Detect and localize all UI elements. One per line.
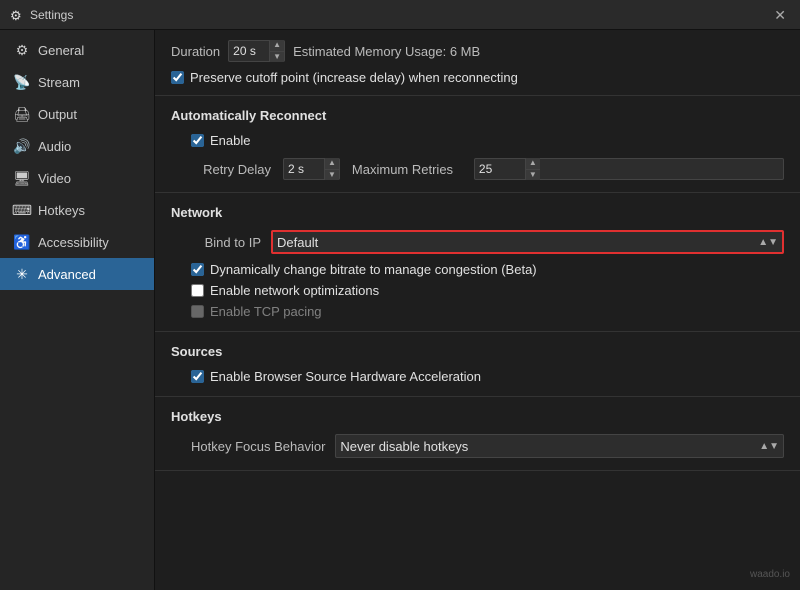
retry-delay-down[interactable]: ▼ <box>325 169 339 181</box>
preserve-label: Preserve cutoff point (increase delay) w… <box>190 70 518 85</box>
general-icon: ⚙ <box>14 42 30 58</box>
sources-inner: Enable Browser Source Hardware Accelerat… <box>171 369 784 384</box>
sidebar-label-audio: Audio <box>38 139 71 154</box>
retry-delay-up[interactable]: ▲ <box>325 158 339 169</box>
sources-section: Sources Enable Browser Source Hardware A… <box>155 332 800 397</box>
sidebar-item-advanced[interactable]: ✳ Advanced <box>0 258 154 290</box>
max-retries-arrows: ▲ ▼ <box>525 158 540 180</box>
duration-down-arrow[interactable]: ▼ <box>270 51 284 63</box>
window-title: Settings <box>30 8 73 22</box>
duration-row: Duration 20 s ▲ ▼ Estimated Memory Usage… <box>171 40 784 62</box>
network-opt-label: Enable network optimizations <box>210 283 379 298</box>
hotkeys-section: Hotkeys Hotkey Focus Behavior Never disa… <box>155 397 800 471</box>
sidebar-label-hotkeys: Hotkeys <box>38 203 85 218</box>
enable-checkbox[interactable] <box>191 134 204 147</box>
tcp-pacing-checkbox[interactable] <box>191 305 204 318</box>
bind-to-ip-arrow: ▲▼ <box>758 237 778 248</box>
sidebar-label-general: General <box>38 43 84 58</box>
max-retries-up[interactable]: ▲ <box>526 158 540 169</box>
tcp-pacing-row: Enable TCP pacing <box>191 304 784 319</box>
auto-reconnect-section: Automatically Reconnect Enable Retry Del… <box>155 96 800 193</box>
hotkey-focus-arrow: ▲▼ <box>759 441 779 452</box>
hotkey-focus-row: Hotkey Focus Behavior Never disable hotk… <box>191 434 784 458</box>
video-icon: 🖥 <box>14 170 30 186</box>
advanced-icon: ✳ <box>14 266 30 282</box>
sidebar-label-accessibility: Accessibility <box>38 235 109 250</box>
network-title: Network <box>171 205 784 220</box>
sidebar-label-output: Output <box>38 107 77 122</box>
hotkey-focus-select-container[interactable]: Never disable hotkeys Disable when not i… <box>335 434 784 458</box>
network-inner: Bind to IP Default ▲▼ Dynamically change… <box>171 230 784 319</box>
sidebar-label-video: Video <box>38 171 71 186</box>
preserve-checkbox[interactable] <box>171 71 184 84</box>
max-retries-label: Maximum Retries <box>352 162 462 177</box>
audio-icon: 🔊 <box>14 138 30 154</box>
title-bar: ⚙ Settings ✕ <box>0 0 800 30</box>
retry-delay-spinbox[interactable]: ▲ ▼ <box>283 158 340 180</box>
close-button[interactable]: ✕ <box>770 8 790 22</box>
retry-delay-input[interactable] <box>284 162 324 176</box>
duration-label: Duration <box>171 44 220 59</box>
sidebar-label-stream: Stream <box>38 75 80 90</box>
max-retries-spinbox[interactable]: ▲ ▼ <box>474 158 784 180</box>
sidebar-item-output[interactable]: 🖨 Output <box>0 98 154 130</box>
sidebar-item-general[interactable]: ⚙ General <box>0 34 154 66</box>
duration-up-arrow[interactable]: ▲ <box>270 40 284 51</box>
duration-input[interactable]: 20 s <box>229 44 269 58</box>
retry-delay-arrows: ▲ ▼ <box>324 158 339 180</box>
bind-to-ip-select[interactable]: Default <box>277 235 758 250</box>
sidebar-label-advanced: Advanced <box>38 267 96 282</box>
sidebar-item-video[interactable]: 🖥 Video <box>0 162 154 194</box>
max-retries-down[interactable]: ▼ <box>526 169 540 181</box>
title-bar-left: ⚙ Settings <box>10 8 73 22</box>
duration-arrows: ▲ ▼ <box>269 40 284 62</box>
bind-to-ip-label: Bind to IP <box>191 235 261 250</box>
auto-reconnect-inner: Enable Retry Delay ▲ ▼ Maximum Retries <box>171 133 784 180</box>
content-area: Duration 20 s ▲ ▼ Estimated Memory Usage… <box>155 30 800 590</box>
dynamic-bitrate-checkbox[interactable] <box>191 263 204 276</box>
sidebar-item-stream[interactable]: 📡 Stream <box>0 66 154 98</box>
network-opt-row: Enable network optimizations <box>191 283 784 298</box>
enable-row: Enable <box>191 133 784 148</box>
memory-label: Estimated Memory Usage: 6 MB <box>293 44 480 59</box>
main-layout: ⚙ General 📡 Stream 🖨 Output 🔊 Audio 🖥 Vi… <box>0 30 800 590</box>
sidebar-item-audio[interactable]: 🔊 Audio <box>0 130 154 162</box>
retry-delay-label: Retry Delay <box>191 162 271 177</box>
tcp-pacing-label: Enable TCP pacing <box>210 304 322 319</box>
settings-icon: ⚙ <box>10 8 24 22</box>
browser-hw-label: Enable Browser Source Hardware Accelerat… <box>210 369 481 384</box>
browser-hw-row: Enable Browser Source Hardware Accelerat… <box>191 369 784 384</box>
sidebar: ⚙ General 📡 Stream 🖨 Output 🔊 Audio 🖥 Vi… <box>0 30 155 590</box>
sidebar-item-accessibility[interactable]: ♿ Accessibility <box>0 226 154 258</box>
top-section: Duration 20 s ▲ ▼ Estimated Memory Usage… <box>155 30 800 96</box>
sources-title: Sources <box>171 344 784 359</box>
hotkeys-title: Hotkeys <box>171 409 784 424</box>
enable-label: Enable <box>210 133 250 148</box>
retry-row: Retry Delay ▲ ▼ Maximum Retries ▲ ▼ <box>191 158 784 180</box>
bind-to-ip-row: Bind to IP Default ▲▼ <box>191 230 784 254</box>
output-icon: 🖨 <box>14 106 30 122</box>
duration-spinbox[interactable]: 20 s ▲ ▼ <box>228 40 285 62</box>
network-section: Network Bind to IP Default ▲▼ Dynamicall… <box>155 193 800 332</box>
hotkey-focus-select[interactable]: Never disable hotkeys Disable when not i… <box>340 439 759 454</box>
hotkeys-inner: Hotkey Focus Behavior Never disable hotk… <box>171 434 784 458</box>
network-opt-checkbox[interactable] <box>191 284 204 297</box>
max-retries-input[interactable] <box>475 162 525 176</box>
auto-reconnect-title: Automatically Reconnect <box>171 108 784 123</box>
preserve-row: Preserve cutoff point (increase delay) w… <box>171 70 784 85</box>
watermark: waado.io <box>750 569 790 580</box>
dynamic-bitrate-label: Dynamically change bitrate to manage con… <box>210 262 537 277</box>
hotkeys-icon: ⌨ <box>14 202 30 218</box>
dynamic-bitrate-row: Dynamically change bitrate to manage con… <box>191 262 784 277</box>
accessibility-icon: ♿ <box>14 234 30 250</box>
sidebar-item-hotkeys[interactable]: ⌨ Hotkeys <box>0 194 154 226</box>
hotkey-focus-label: Hotkey Focus Behavior <box>191 439 325 454</box>
browser-hw-checkbox[interactable] <box>191 370 204 383</box>
bind-to-ip-select-container[interactable]: Default ▲▼ <box>271 230 784 254</box>
stream-icon: 📡 <box>14 74 30 90</box>
